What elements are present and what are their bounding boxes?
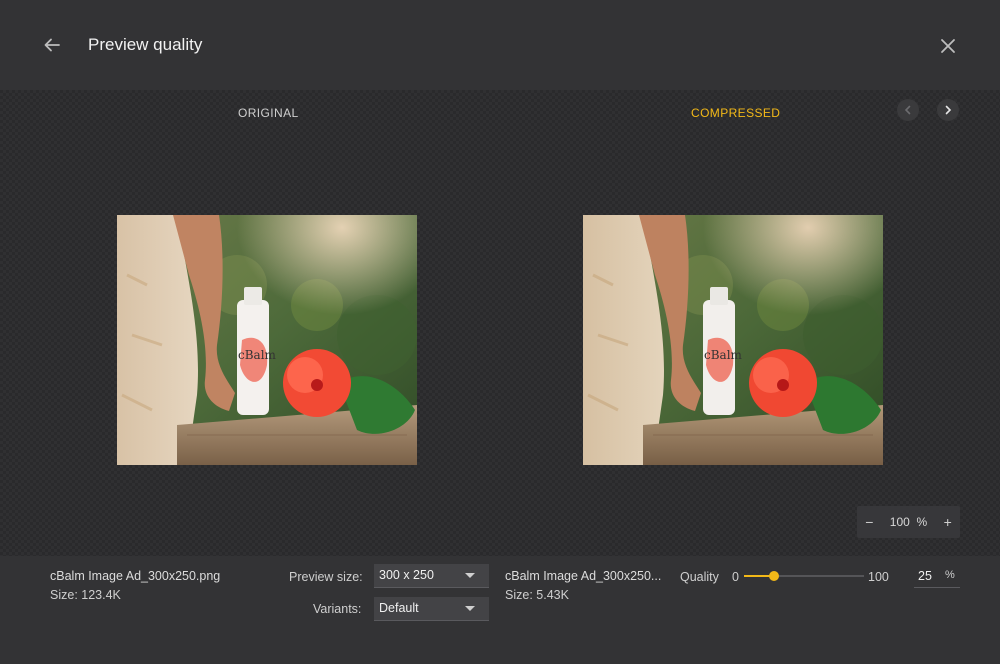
variants-select[interactable]: Default bbox=[374, 597, 489, 621]
preview-stage: ORIGINAL COMPRESSED cBalm cBalm − 100 % … bbox=[0, 90, 1000, 556]
quality-min: 0 bbox=[732, 570, 739, 584]
preview-size-label: Preview size: bbox=[289, 570, 363, 584]
original-filename: cBalm Image Ad_300x250.png bbox=[50, 569, 221, 583]
quality-max: 100 bbox=[868, 570, 889, 584]
dialog-header: Preview quality bbox=[0, 0, 1000, 90]
zoom-out-button[interactable]: − bbox=[865, 514, 873, 530]
caret-down-icon bbox=[465, 606, 475, 611]
zoom-control: − 100 % + bbox=[857, 506, 960, 538]
quality-slider-thumb[interactable] bbox=[769, 571, 779, 581]
zoom-value: 100 % bbox=[889, 515, 928, 529]
arrow-left-icon bbox=[44, 38, 60, 52]
chevron-right-icon bbox=[945, 105, 952, 115]
compressed-size: Size: 5.43K bbox=[505, 588, 569, 602]
svg-text:cBalm: cBalm bbox=[238, 348, 277, 362]
previous-button[interactable] bbox=[897, 99, 919, 121]
original-preview-image: cBalm bbox=[117, 215, 417, 465]
quality-label: Quality bbox=[680, 570, 719, 584]
compressed-label: COMPRESSED bbox=[691, 106, 781, 120]
compressed-preview-image: cBalm bbox=[583, 215, 883, 465]
original-label: ORIGINAL bbox=[238, 106, 299, 120]
compressed-filename: cBalm Image Ad_300x250... bbox=[505, 569, 662, 583]
chevron-left-icon bbox=[904, 105, 911, 115]
close-icon bbox=[941, 39, 955, 53]
quality-input[interactable]: 25 % bbox=[914, 566, 960, 588]
back-button[interactable] bbox=[38, 32, 66, 58]
zoom-in-button[interactable]: + bbox=[944, 514, 952, 530]
svg-text:cBalm: cBalm bbox=[704, 348, 743, 362]
original-size: Size: 123.4K bbox=[50, 588, 121, 602]
close-button[interactable] bbox=[935, 33, 961, 59]
quality-slider[interactable] bbox=[744, 571, 864, 581]
next-button[interactable] bbox=[937, 99, 959, 121]
footer-panel: cBalm Image Ad_300x250.png Size: 123.4K … bbox=[0, 556, 1000, 664]
dialog-title: Preview quality bbox=[88, 35, 203, 54]
preview-size-select[interactable]: 300 x 250 bbox=[374, 564, 489, 588]
caret-down-icon bbox=[465, 573, 475, 578]
variants-label: Variants: bbox=[313, 602, 362, 616]
